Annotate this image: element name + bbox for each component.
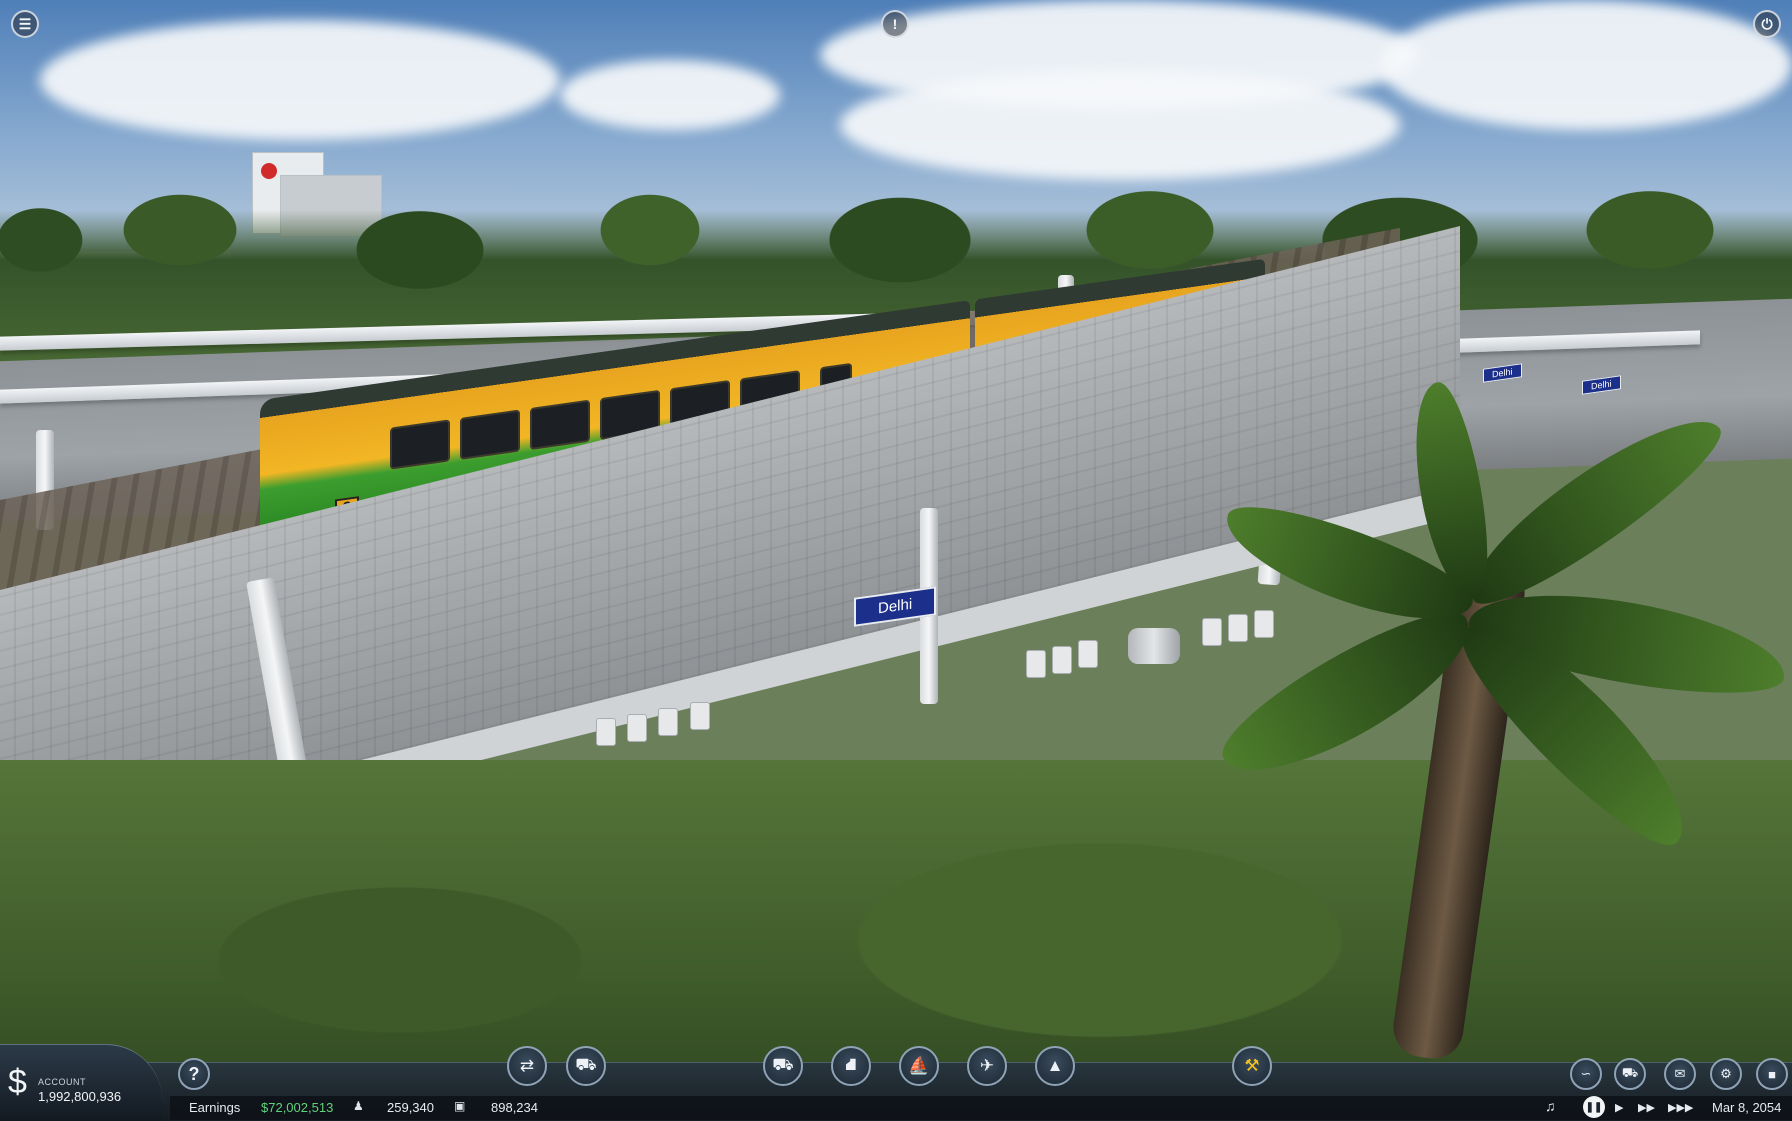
industry-button[interactable]: ⚙ — [1710, 1058, 1742, 1090]
platform-bench — [690, 702, 710, 730]
pause-icon: ❚❚ — [1585, 1101, 1603, 1113]
depot-icon: ⛟ — [1621, 1065, 1639, 1080]
terrain-button[interactable]: ▲ — [1035, 1046, 1075, 1086]
help-button[interactable]: ? — [178, 1058, 210, 1090]
fast-forward-icon: ▶▶ — [1638, 1102, 1655, 1114]
depot-button[interactable]: ⛟ — [1614, 1058, 1646, 1090]
fastest-forward-icon: ▶▶▶ — [1668, 1102, 1694, 1114]
train-window — [460, 409, 520, 460]
play-icon: ▶ — [1615, 1102, 1624, 1114]
route-button[interactable]: ∽ — [1570, 1058, 1602, 1090]
layers-icon: ☰ — [18, 15, 32, 32]
road-vehicles-button[interactable]: ⛟ — [763, 1046, 803, 1086]
account-panel[interactable]: $ ACCOUNT 1,992,800,936 — [0, 1044, 162, 1121]
platform-bench — [627, 714, 647, 742]
question-icon: ? — [188, 1063, 200, 1084]
train-window — [390, 419, 450, 470]
exclamation-icon: ! — [892, 16, 898, 32]
music-icon: ♫ — [1545, 1098, 1556, 1114]
platform-bench — [658, 708, 678, 736]
cloud — [1380, 0, 1792, 130]
messages-button[interactable]: ✉ — [1664, 1058, 1696, 1090]
platform-bench — [1254, 610, 1274, 638]
play-button[interactable]: ▶ — [1615, 1101, 1623, 1114]
game-date: Mar 8, 2054 — [1712, 1100, 1782, 1115]
rail-vehicles-button[interactable]: ⛘ — [831, 1046, 871, 1086]
cargo-value[interactable]: 898,234 — [491, 1100, 538, 1115]
alerts-button[interactable]: ! — [881, 10, 909, 38]
platform-bench — [1052, 646, 1072, 674]
music-button[interactable]: ♫ — [1545, 1098, 1556, 1114]
earnings-label: Earnings — [189, 1100, 241, 1115]
passengers-value[interactable]: 259,340 — [387, 1100, 434, 1115]
earnings-value[interactable]: $72,002,513 — [261, 1100, 333, 1115]
cloud — [560, 60, 780, 130]
platform-bench — [1228, 614, 1248, 642]
route-icon: ∽ — [1580, 1066, 1592, 1081]
power-button[interactable]: ⏻ — [1753, 10, 1781, 38]
bulldoze-button[interactable]: ⚒ — [1232, 1046, 1272, 1086]
air-vehicles-button[interactable]: ✈ — [967, 1046, 1007, 1086]
road-vehicle-icon: ⛟ — [772, 1055, 794, 1074]
fast-forward-button[interactable]: ▶▶ — [1638, 1101, 1655, 1114]
city-button[interactable]: ■ — [1756, 1058, 1788, 1090]
air-icon: ✈ — [979, 1056, 995, 1075]
industry-icon: ⚙ — [1720, 1066, 1732, 1081]
water-vehicles-button[interactable]: ⛵ — [899, 1046, 939, 1086]
platform-bench — [1202, 618, 1222, 646]
messages-icon: ✉ — [1674, 1066, 1686, 1081]
ship-icon: ⛵ — [908, 1056, 930, 1075]
vehicle-manager-button[interactable]: ⛟ — [566, 1046, 606, 1086]
dollar-icon: $ — [8, 1063, 27, 1101]
platform-bench — [1078, 640, 1098, 668]
shuffle-lines-icon: ⇄ — [519, 1056, 535, 1075]
rail-vehicle-icon: ⛘ — [845, 1055, 857, 1074]
account-balance: 1,992,800,936 — [38, 1089, 122, 1104]
platform-bench — [1026, 650, 1046, 678]
game-viewport[interactable]: Delhi Delhi Delhi Delhi Delhi Delhi 2 Zl… — [0, 0, 1792, 1120]
bulldozer-icon: ⚒ — [1244, 1056, 1260, 1075]
vehicle-manager-icon: ⛟ — [575, 1055, 597, 1074]
fastest-forward-button[interactable]: ▶▶▶ — [1668, 1101, 1693, 1114]
power-icon: ⏻ — [1761, 15, 1773, 32]
cloud — [840, 70, 1400, 180]
city-icon: ■ — [1768, 1066, 1776, 1082]
pause-button[interactable]: ❚❚ — [1583, 1096, 1605, 1118]
platform-bench — [596, 718, 616, 746]
platform-trash-bin — [1128, 628, 1180, 664]
cloud — [40, 20, 560, 140]
passengers-icon: ♟ — [353, 1099, 364, 1113]
account-label: ACCOUNT — [38, 1077, 86, 1087]
terrain-icon: ▲ — [1046, 1056, 1064, 1075]
train-window — [530, 399, 590, 451]
layers-button[interactable]: ☰ — [11, 10, 39, 38]
cargo-icon: ▣ — [454, 1099, 466, 1113]
line-manager-button[interactable]: ⇄ — [507, 1046, 547, 1086]
